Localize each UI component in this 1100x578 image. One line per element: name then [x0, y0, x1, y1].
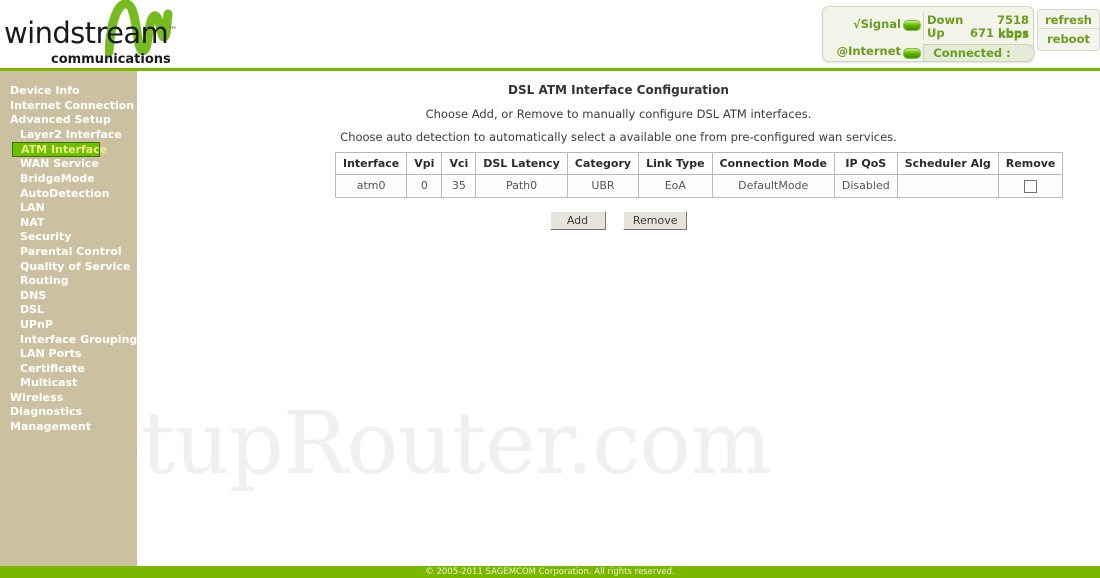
cell-ip-qos: Disabled: [833, 174, 898, 198]
internet-label: @Internet: [836, 44, 901, 58]
atm-interface-table-wrapper: Interface Vpi Vci DSL Latency Category Link T…: [334, 152, 1064, 198]
sidebar-item-upnp[interactable]: UPnP: [0, 318, 137, 333]
cell-scheduler-alg: [896, 174, 999, 198]
status-panel: √Signal Down 7518 kbps Up 671 kbps @Inte…: [822, 6, 1035, 62]
sidebar-item-atm-interface[interactable]: ATM Interface: [12, 142, 107, 158]
upstream-value: 671 kbps: [970, 26, 1029, 40]
remove-checkbox[interactable]: [1024, 179, 1038, 193]
add-button[interactable]: Add: [549, 211, 606, 230]
main-content: DSL ATM Interface Configuration Choose A…: [137, 71, 1100, 566]
table-actions: Add Remove: [137, 211, 1100, 230]
cell-category: UBR: [566, 174, 640, 198]
table-body: atm0 0 35 Path0 UBR EoA DefaultMode Disabled: [334, 174, 1064, 198]
sidebar-item-nat[interactable]: NAT: [0, 216, 137, 231]
brand-trademark: ™: [168, 26, 177, 36]
sidebar-item-dns[interactable]: DNS: [0, 289, 137, 304]
atm-interface-table: Interface Vpi Vci DSL Latency Category Link T…: [334, 152, 1064, 198]
copyright-text: © 2005-2011 SAGEMCOM Corporation. All ri…: [425, 567, 675, 577]
page-header: windstream™ communications √Signal Down …: [0, 0, 1100, 68]
sidebar-item-wan-service[interactable]: WAN Service: [0, 157, 137, 172]
status-panel-top-row: √Signal Down 7518 kbps Up 671 kbps: [823, 7, 1033, 43]
sidebar-item-dsl[interactable]: DSL: [0, 303, 137, 318]
table-col-interface: Interface: [334, 152, 408, 175]
sidebar-item-advanced-setup[interactable]: Advanced Setup: [0, 113, 137, 128]
sidebar-item-wireless[interactable]: Wireless: [0, 391, 137, 406]
brand-name: windstream™: [4, 16, 177, 50]
sidebar-item-lan-ports[interactable]: LAN Ports: [0, 347, 137, 362]
cell-remove: [997, 174, 1064, 198]
table-row: atm0 0 35 Path0 UBR EoA DefaultMode Disabled: [334, 174, 1064, 198]
cell-link-type: EoA: [638, 174, 713, 198]
brand-name-text: windstream: [4, 16, 169, 50]
sidebar-item-internet-connection[interactable]: Internet Connection: [0, 99, 137, 114]
sidebar-item-quality-of-service[interactable]: Quality of Service: [0, 260, 137, 275]
cell-vpi: 0: [406, 174, 443, 198]
sidebar-item-device-info[interactable]: Device Info: [0, 84, 137, 99]
page-description-line2: Choose auto detection to automatically s…: [340, 130, 897, 144]
sidebar-item-certificate[interactable]: Certificate: [0, 362, 137, 377]
internet-led-icon: [903, 48, 921, 59]
page-footer: © 2005-2011 SAGEMCOM Corporation. All ri…: [0, 566, 1100, 578]
sidebar-item-routing[interactable]: Routing: [0, 274, 137, 289]
connection-status-text: Connected :: [933, 46, 1011, 60]
sidebar-item-management[interactable]: Management: [0, 420, 137, 435]
table-col-dsl-latency: DSL Latency: [475, 152, 568, 175]
remove-button[interactable]: Remove: [622, 211, 688, 230]
sidebar: Device Info Internet Connection Advanced S…: [0, 71, 137, 566]
cell-vci: 35: [441, 174, 477, 198]
sidebar-item-autodetection[interactable]: AutoDetection: [0, 187, 137, 202]
cell-interface: atm0: [334, 174, 408, 198]
sidebar-item-multicast[interactable]: Multicast: [0, 376, 137, 391]
sidebar-item-interface-grouping[interactable]: Interface Grouping: [0, 333, 137, 348]
sidebar-item-layer2-interface[interactable]: Layer2 Interface: [0, 128, 137, 143]
connection-status-bar: Connected :: [923, 44, 1035, 62]
sidebar-nav: Device Info Internet Connection Advanced S…: [0, 84, 137, 435]
status-divider: [923, 12, 924, 39]
table-col-ip-qos: IP QoS: [833, 152, 898, 175]
table-col-category: Category: [566, 152, 640, 175]
sidebar-item-lan[interactable]: LAN: [0, 201, 137, 216]
table-col-remove: Remove: [997, 152, 1064, 175]
brand-tagline: communications: [51, 52, 171, 67]
sidebar-item-parental-control[interactable]: Parental Control: [0, 245, 137, 260]
cell-dsl-latency: Path0: [475, 174, 568, 198]
table-col-scheduler-alg: Scheduler Alg: [896, 152, 999, 175]
sidebar-item-diagnostics[interactable]: Diagnostics: [0, 405, 137, 420]
signal-label: √Signal: [852, 17, 901, 31]
table-col-vpi: Vpi: [406, 152, 443, 175]
table-col-connection-mode: Connection Mode: [711, 152, 835, 175]
table-col-vci: Vci: [441, 152, 477, 175]
table-header-row: Interface Vpi Vci DSL Latency Category Link T…: [334, 152, 1064, 175]
page-title: DSL ATM Interface Configuration: [508, 83, 729, 97]
sidebar-item-bridgemode[interactable]: BridgeMode: [0, 172, 137, 187]
page-description-line1: Choose Add, or Remove to manually config…: [425, 107, 812, 121]
cell-connection-mode: DefaultMode: [711, 174, 835, 198]
sidebar-item-security[interactable]: Security: [0, 230, 137, 245]
signal-led-icon: [903, 20, 921, 31]
table-header: Interface Vpi Vci DSL Latency Category Link T…: [334, 152, 1064, 175]
reboot-button[interactable]: reboot: [1037, 28, 1100, 51]
table-col-link-type: Link Type: [638, 152, 713, 175]
brand-logo: windstream™ communications: [0, 0, 300, 68]
